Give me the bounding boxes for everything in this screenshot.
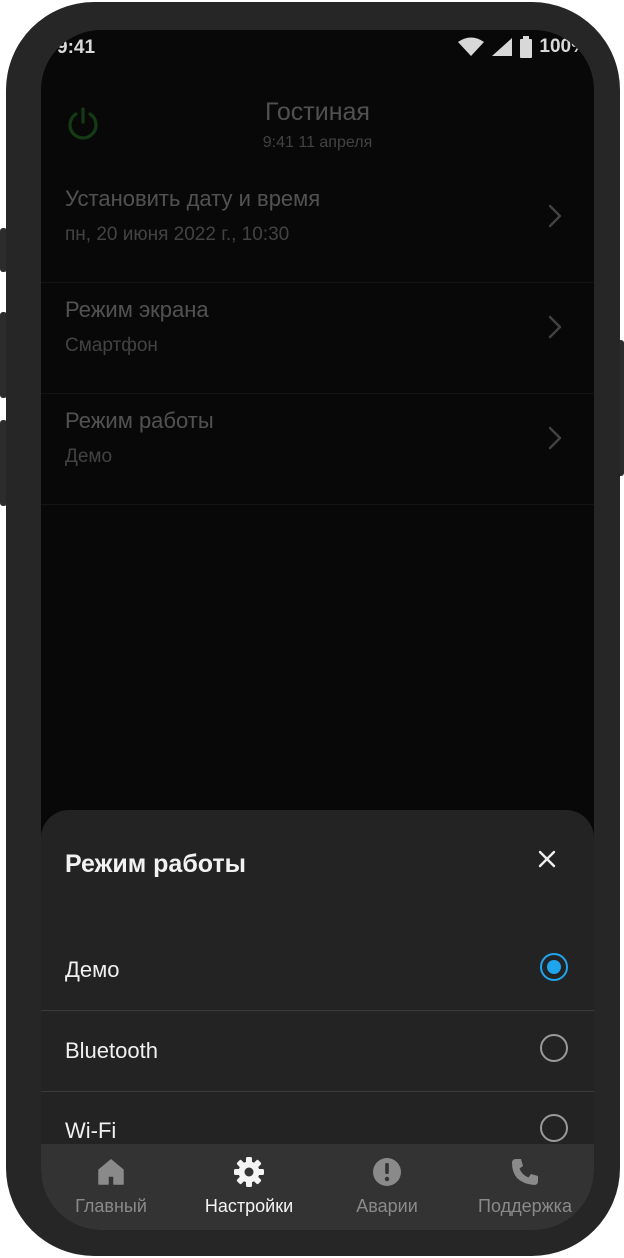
status-indicators: 100% (457, 36, 588, 58)
screen: 9:41 100% Гостиная 9:41 11 апреля Устано… (41, 30, 594, 1230)
battery-percent: 100% (539, 36, 588, 57)
nav-alarms[interactable]: Аварии (317, 1144, 457, 1230)
nav-label: Поддержка (478, 1196, 572, 1216)
nav-settings[interactable]: Настройки (179, 1144, 319, 1230)
setting-title: Установить дату и время (65, 186, 321, 211)
home-icon (98, 1159, 124, 1185)
radio-unselected[interactable] (540, 1114, 568, 1142)
setting-title: Режим работы (65, 408, 214, 433)
chevron-right-icon (548, 204, 562, 228)
radio-unselected[interactable] (540, 1034, 568, 1062)
phone-frame: 9:41 100% Гостиная 9:41 11 апреля Устано… (6, 2, 620, 1256)
setting-value: пн, 20 июня 2022 г., 10:30 (65, 224, 290, 245)
close-icon[interactable] (536, 848, 558, 870)
phone-icon (512, 1159, 538, 1185)
battery-icon (520, 36, 533, 58)
option-bluetooth[interactable]: Bluetooth (41, 1011, 594, 1092)
chevron-right-icon (548, 426, 562, 450)
option-label: Демо (65, 957, 120, 982)
page-title: Гостиная (265, 98, 370, 126)
radio-selected[interactable] (540, 953, 568, 981)
setting-title: Режим экрана (65, 297, 209, 322)
alert-icon (373, 1158, 401, 1186)
setting-row-screen-mode[interactable]: Режим экрана Смартфон (41, 283, 594, 394)
sheet-title: Режим работы (65, 850, 247, 878)
status-bar: 9:41 100% (41, 30, 594, 66)
page-subtitle: 9:41 11 апреля (262, 134, 373, 151)
setting-value: Смартфон (65, 335, 158, 356)
wifi-icon (458, 37, 485, 56)
chevron-right-icon (548, 315, 562, 339)
nav-home[interactable]: Главный (41, 1144, 181, 1230)
option-label: Bluetooth (65, 1038, 158, 1063)
status-time: 9:41 (57, 37, 96, 58)
option-label: Wi-Fi (65, 1118, 117, 1143)
option-demo[interactable]: Демо (41, 930, 594, 1011)
signal-icon (492, 38, 513, 56)
setting-value: Демо (65, 446, 113, 467)
bottom-nav: Главный Настройки Аварии Поддержка (41, 1144, 594, 1230)
nav-support[interactable]: Поддержка (455, 1144, 594, 1230)
work-mode-sheet: Режим работы Демо Bluetooth Wi-Fi (41, 810, 594, 1144)
setting-row-datetime[interactable]: Установить дату и время пн, 20 июня 2022… (41, 172, 594, 283)
gear-icon (234, 1157, 264, 1187)
setting-row-work-mode[interactable]: Режим работы Демо (41, 394, 594, 505)
